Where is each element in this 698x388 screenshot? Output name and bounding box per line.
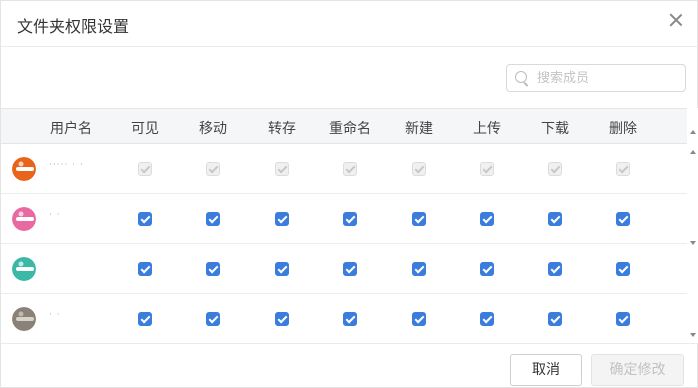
permission-checkbox (548, 162, 562, 176)
cancel-button[interactable]: 取消 (510, 354, 582, 386)
permission-checkbox[interactable] (480, 312, 494, 326)
permission-checkbox[interactable] (412, 312, 426, 326)
table-row: · · (1, 194, 687, 244)
permission-checkbox (343, 162, 357, 176)
permission-checkbox[interactable] (548, 262, 562, 276)
table-row (1, 244, 687, 294)
permission-checkbox[interactable] (275, 312, 289, 326)
scroll-up-icon[interactable] (690, 150, 696, 154)
column-header: 转存 (268, 121, 296, 137)
dialog-title: 文件夹权限设置 (17, 17, 130, 36)
username: · · (49, 310, 61, 320)
confirm-button[interactable]: 确定修改 (591, 354, 684, 386)
permission-checkbox[interactable] (616, 212, 630, 226)
search-input[interactable] (537, 69, 677, 87)
permission-checkbox (275, 162, 289, 176)
permission-checkbox[interactable] (412, 212, 426, 226)
permission-checkbox[interactable] (616, 262, 630, 276)
scroll-down-icon[interactable] (690, 333, 696, 337)
permission-checkbox[interactable] (275, 262, 289, 276)
column-header: 上传 (473, 121, 501, 137)
column-header: 下载 (541, 121, 569, 137)
permission-checkbox (138, 162, 152, 176)
username: · · (49, 210, 61, 220)
permission-checkbox[interactable] (206, 262, 220, 276)
search-icon (515, 71, 527, 83)
table-header: 用户名 可见 移动 转存 重命名 新建 上传 下载 删除 (1, 109, 687, 144)
permission-checkbox (206, 162, 220, 176)
permission-checkbox[interactable] (343, 212, 357, 226)
permission-checkbox[interactable] (206, 312, 220, 326)
avatar (12, 307, 36, 331)
member-search[interactable] (506, 64, 686, 92)
permission-checkbox[interactable] (616, 312, 630, 326)
permission-checkbox[interactable] (138, 262, 152, 276)
permission-checkbox[interactable] (343, 312, 357, 326)
avatar (12, 157, 36, 181)
column-header: 移动 (199, 121, 227, 137)
folder-permission-dialog: 文件夹权限设置 用户名 可见 移动 转存 重命名 新建 上传 下载 删除 ····· · · · … (0, 0, 698, 388)
permission-checkbox[interactable] (548, 212, 562, 226)
avatar (12, 207, 36, 231)
dialog-footer: 取消 确定修改 (1, 343, 698, 388)
scroll-down-icon[interactable] (690, 241, 696, 245)
permission-checkbox[interactable] (138, 312, 152, 326)
permission-checkbox (412, 162, 426, 176)
column-header: 可见 (131, 121, 159, 137)
column-header: 删除 (609, 121, 637, 137)
permission-checkbox[interactable] (343, 262, 357, 276)
table-scrollbar[interactable] (687, 108, 698, 343)
column-header: 新建 (405, 121, 433, 137)
permission-checkbox[interactable] (548, 312, 562, 326)
avatar (12, 257, 36, 281)
close-icon[interactable] (667, 11, 685, 29)
permission-table: 用户名 可见 移动 转存 重命名 新建 上传 下载 删除 ····· · · · · · · (1, 108, 687, 343)
permission-checkbox[interactable] (480, 262, 494, 276)
table-row: · · (1, 294, 687, 343)
permission-checkbox[interactable] (275, 212, 289, 226)
permission-checkbox[interactable] (206, 212, 220, 226)
username: ····· · · (49, 160, 84, 170)
column-header: 用户名 (50, 121, 92, 137)
permission-checkbox (480, 162, 494, 176)
dialog-header: 文件夹权限设置 (1, 1, 698, 47)
column-header: 重命名 (329, 121, 371, 137)
permission-checkbox[interactable] (480, 212, 494, 226)
table-row: ····· · · (1, 144, 687, 194)
scroll-up-icon[interactable] (690, 130, 696, 134)
permission-checkbox[interactable] (138, 212, 152, 226)
permission-checkbox[interactable] (412, 262, 426, 276)
permission-checkbox (616, 162, 630, 176)
